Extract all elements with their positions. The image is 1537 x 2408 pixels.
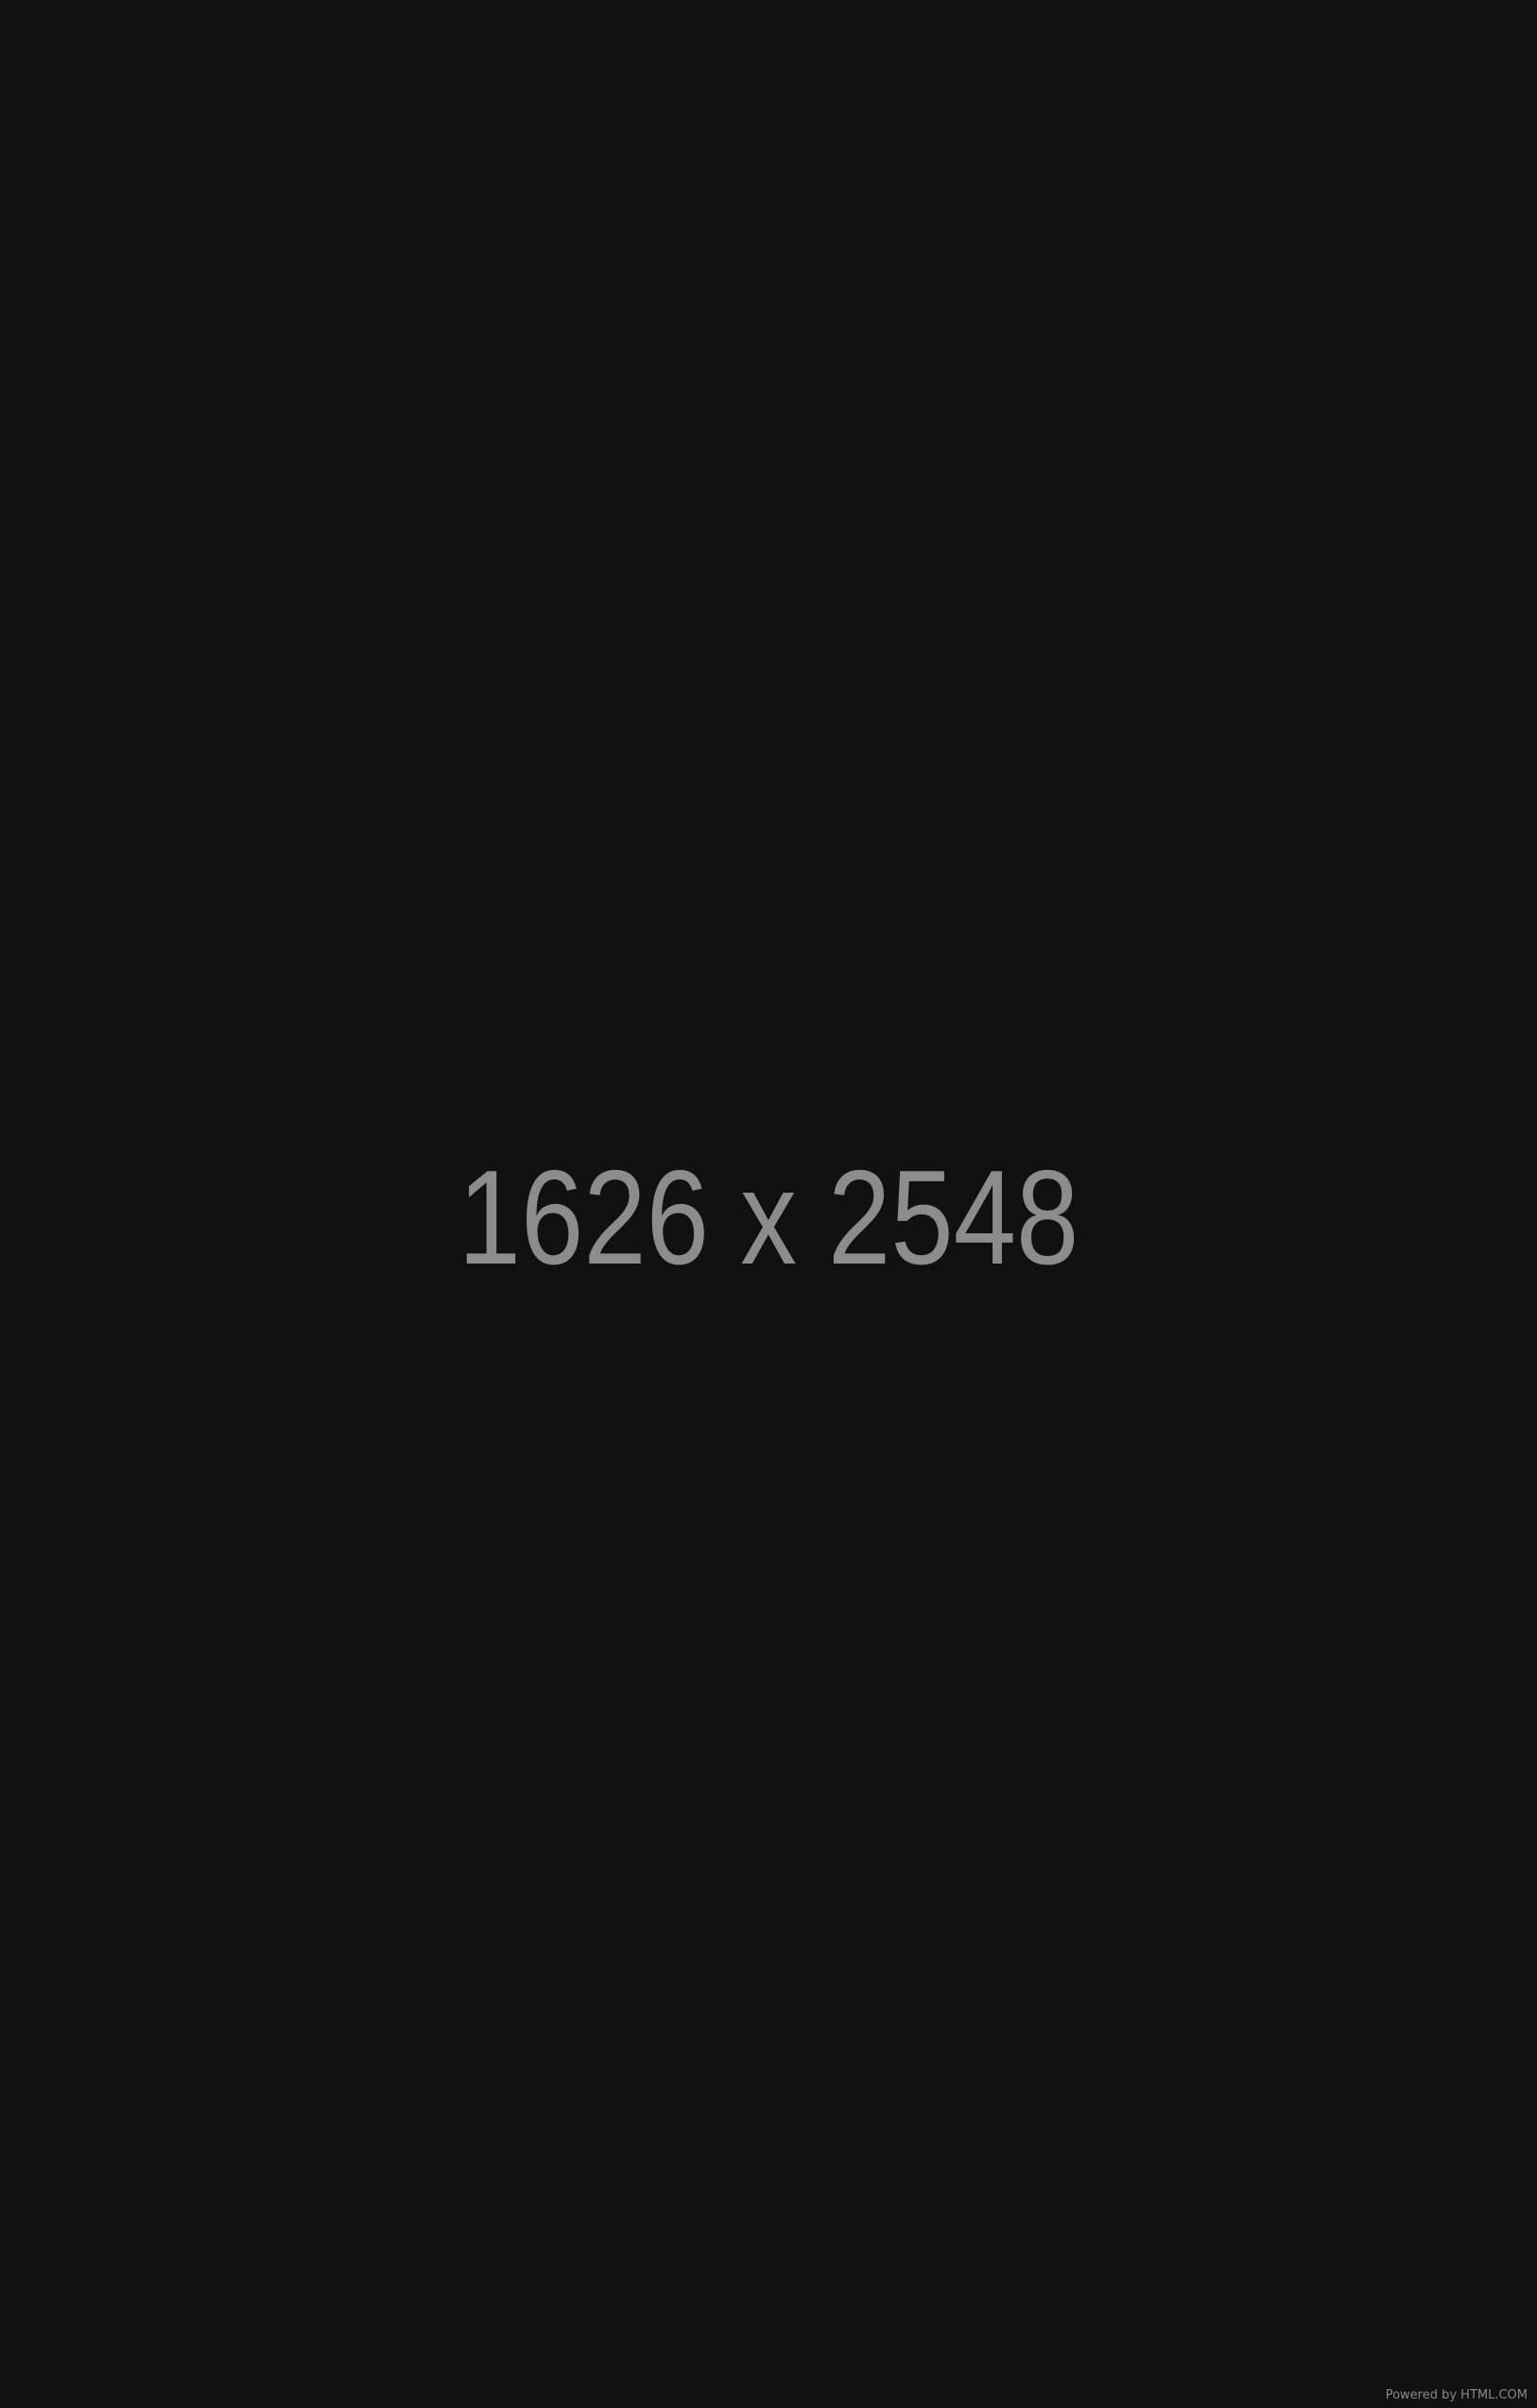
placeholder-canvas: 1626 x 2548 Powered by HTML.COM [0,0,1537,2408]
powered-by-label: Powered by HTML.COM [1385,2388,1528,2402]
dimensions-label: 1626 x 2548 [458,1143,1079,1293]
